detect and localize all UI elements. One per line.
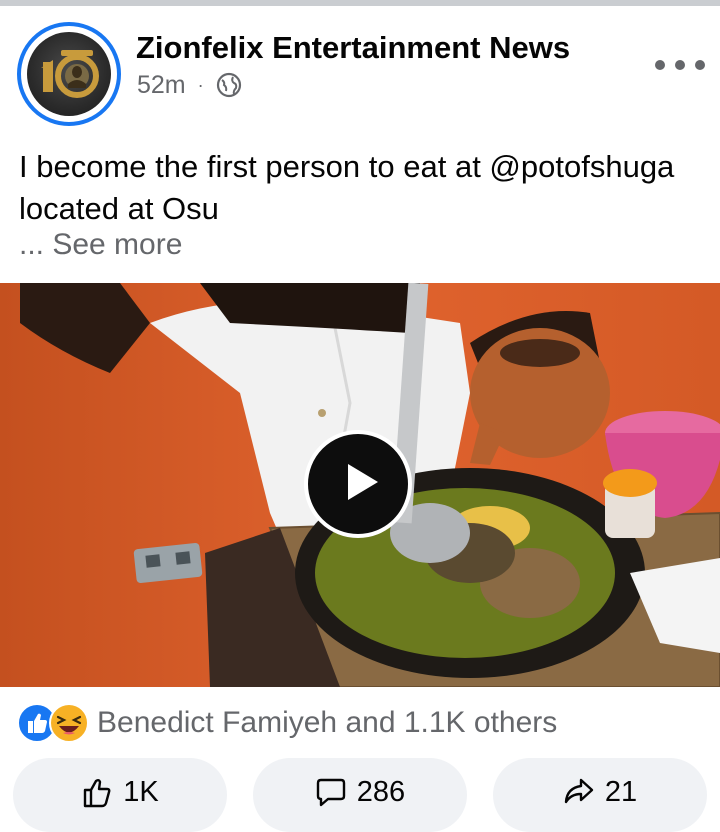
post-meta: 52m · [137, 70, 242, 100]
play-icon [348, 464, 378, 500]
comment-count: 286 [356, 776, 406, 808]
meta-separator: · [197, 74, 204, 95]
top-divider [0, 0, 720, 6]
thumbs-up-icon [84, 779, 111, 808]
laugh-icon [49, 703, 89, 743]
like-count: 1K [123, 776, 159, 808]
share-button[interactable]: 21 [493, 758, 707, 832]
comment-button[interactable]: 286 [253, 758, 467, 832]
reactions-summary[interactable]: Benedict Famiyeh and 1.1K others [17, 703, 557, 743]
page-avatar[interactable] [17, 22, 121, 126]
globe-icon [216, 72, 241, 98]
more-dot-icon [675, 60, 685, 70]
reactions-text: Benedict Famiyeh and 1.1K others [97, 706, 558, 739]
more-dot-icon [655, 60, 665, 70]
share-count: 21 [604, 776, 638, 808]
like-button[interactable]: 1K [13, 758, 227, 832]
more-dot-icon [695, 60, 705, 70]
see-more-link[interactable]: ... See more [19, 228, 182, 262]
logo-icon [41, 50, 99, 98]
post-text: I become the first person to eat at @pot… [19, 149, 675, 226]
share-icon [564, 778, 594, 804]
comment-icon [316, 778, 345, 807]
more-options-button[interactable] [655, 50, 705, 80]
page-name[interactable]: Zionfelix Entertainment News [136, 30, 570, 66]
play-button[interactable] [304, 430, 412, 538]
avatar-image [27, 32, 111, 116]
post-timestamp[interactable]: 52m [137, 71, 186, 100]
